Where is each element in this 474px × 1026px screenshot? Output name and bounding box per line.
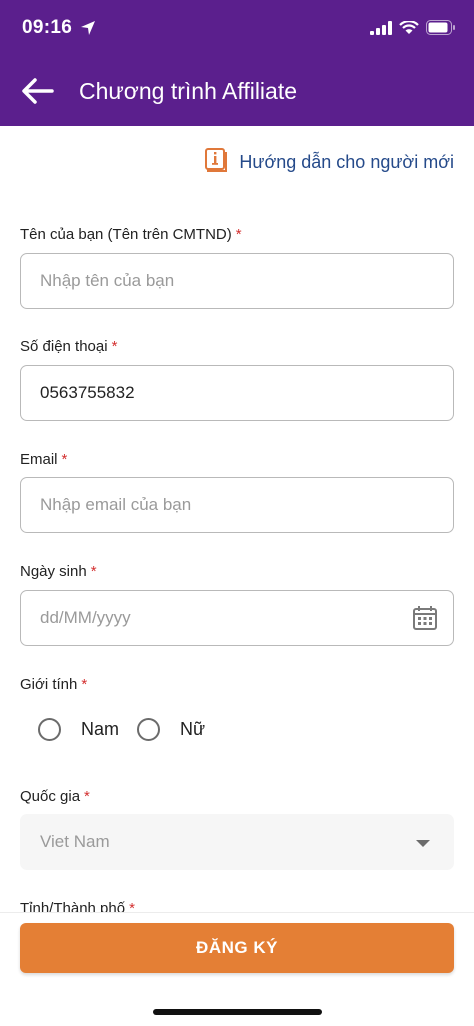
- email-label-text: Email: [20, 451, 58, 468]
- country-select-value: Viet Nam: [40, 832, 110, 851]
- status-time: 09:16: [22, 17, 73, 38]
- required-mark: *: [235, 226, 242, 243]
- gender-option-male[interactable]: Nam: [38, 718, 119, 741]
- birthday-input[interactable]: [20, 590, 454, 646]
- required-mark: *: [61, 451, 68, 468]
- name-label-text: Tên của bạn (Tên trên CMTND): [20, 226, 232, 243]
- bottom-action-bar: ĐĂNG KÝ: [0, 912, 474, 1026]
- guide-link-label: Hướng dẫn cho người mới: [239, 152, 454, 172]
- gender-option-label: Nam: [81, 719, 120, 739]
- email-input[interactable]: [20, 477, 454, 533]
- country-select[interactable]: Viet Nam: [20, 814, 454, 870]
- birthday-label-text: Ngày sinh: [20, 563, 87, 580]
- app-header: 09:16 Chương trình Affiliate: [0, 0, 474, 126]
- page-title: Chương trình Affiliate: [79, 78, 298, 104]
- country-label: Quốc gia *: [20, 788, 90, 805]
- birthday-label: Ngày sinh *: [20, 563, 97, 580]
- gender-label-text: Giới tính: [20, 676, 78, 693]
- required-mark: *: [84, 788, 90, 805]
- screen: 09:16 Chương trình Affiliate Hướng dẫn c…: [0, 0, 474, 1026]
- required-mark: *: [111, 338, 118, 355]
- phone-label: Số điện thoại *: [20, 338, 117, 355]
- cellular-signal-icon: [370, 20, 392, 40]
- email-label: Email *: [20, 451, 67, 468]
- calendar-icon[interactable]: [412, 605, 438, 636]
- country-label-text: Quốc gia: [20, 788, 81, 805]
- required-mark: *: [81, 676, 88, 693]
- name-input[interactable]: [20, 253, 454, 309]
- wifi-icon: [399, 19, 419, 40]
- back-button[interactable]: [20, 76, 56, 108]
- info-book-icon: [205, 148, 228, 177]
- location-arrow-icon: [80, 20, 96, 41]
- beginner-guide-link[interactable]: Hướng dẫn cho người mới: [205, 148, 454, 177]
- phone-label-text: Số điện thoại: [20, 338, 108, 355]
- required-mark: *: [90, 563, 97, 580]
- radio-button[interactable]: [137, 718, 161, 741]
- register-button[interactable]: ĐĂNG KÝ: [20, 923, 454, 973]
- gender-radio-group: Nam Nữ: [38, 718, 223, 741]
- caret-down-icon: [416, 840, 430, 847]
- radio-button[interactable]: [38, 718, 61, 741]
- battery-icon: [426, 20, 456, 40]
- home-indicator: [153, 1009, 322, 1015]
- gender-option-label: Nữ: [180, 719, 206, 739]
- gender-label: Giới tính *: [20, 676, 87, 693]
- arrow-left-icon: [20, 78, 54, 110]
- status-icons: [370, 19, 456, 40]
- name-label: Tên của bạn (Tên trên CMTND) *: [20, 226, 242, 243]
- phone-input[interactable]: [20, 365, 454, 421]
- gender-option-female[interactable]: Nữ: [137, 718, 205, 741]
